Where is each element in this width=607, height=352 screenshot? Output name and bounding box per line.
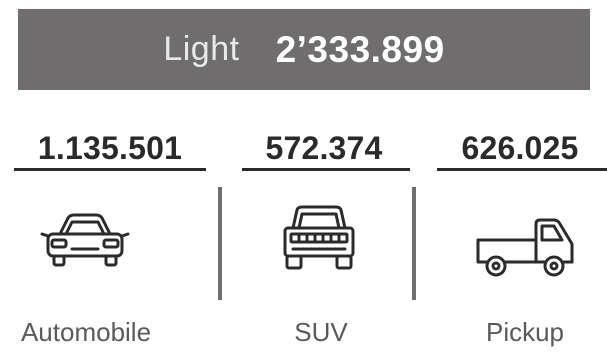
banner-label: Light [163,30,240,68]
suv-icon [283,205,355,270]
column-divider-1 [218,187,222,300]
pickup-count: 626.025 [461,130,579,166]
column-divider-2 [412,187,416,300]
suv-count: 572.374 [265,130,383,166]
total-banner: Light 2’333.899 [18,9,590,90]
car-icon [40,213,130,267]
suv-underline [242,168,410,171]
pickup-truck-icon [476,218,574,277]
suv-label: SUV [294,317,348,347]
pickup-label: Pickup [485,317,565,347]
automobile-count: 1.135.501 [37,130,183,166]
automobile-underline [14,168,206,171]
banner-total-value: 2’333.899 [275,28,445,70]
pickup-underline [437,168,607,171]
automobile-label: Automobile [20,317,152,347]
